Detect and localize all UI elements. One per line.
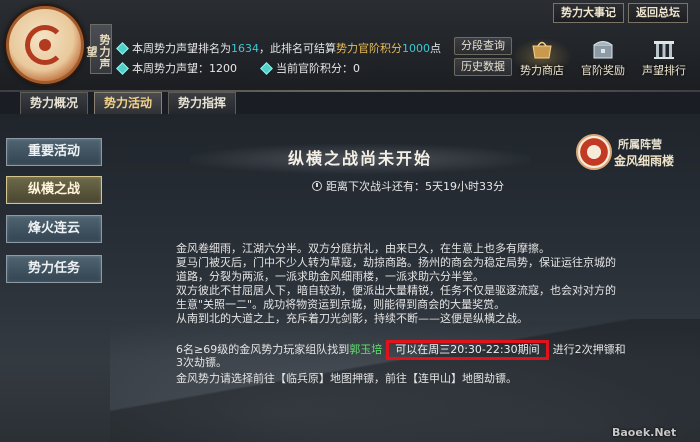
diamond-icon [260,62,273,75]
history-data-button[interactable]: 历史数据 [454,58,512,76]
main-tabs: 势力概况 势力活动 势力指挥 [20,92,237,114]
rule-line: 6名≥69级的金风势力玩家组队找到郭玉培 可以在周三20:30-22:30期间 进行… [176,340,626,360]
weekly-rank-line: 本周势力声望排名为1634，此排名可结算势力官阶积分1000点 [116,40,441,56]
description-line: 金风卷细雨，江湖六分半。双方分庭抗礼，由来已久，在生意上也多有摩擦。 [176,242,550,255]
rank-reward-button[interactable]: 官阶奖励 [573,38,633,77]
time-window-highlight: 可以在周三20:30-22:30期间 [386,340,549,360]
sidebar-item-important-activities[interactable]: 重要活动 [6,138,102,166]
faction-shop-button[interactable]: 势力商店 [512,38,572,77]
rank-value: 1634 [231,42,259,55]
treasure-chest-icon [590,38,616,60]
description-line: 夏马门被灭后，门中不少人转为草寇，劫掠商路。扬州的商会为稳定局势，保证运往京城的 [176,256,616,269]
tab-faction-command[interactable]: 势力指挥 [168,92,237,114]
description-line: 从南到北的大道之上，充斥着刀光剑影，持续不断——这便是纵横之战。 [176,312,528,325]
header: 势力声望 本周势力声望排名为1634，此排名可结算势力官阶积分1000点 本周势… [0,0,700,92]
rule-line: 3次劫镖。 [176,356,227,369]
clock-icon [312,181,322,191]
rule-line: 金风势力请选择前往【临兵原】地图押镖，前往【连甲山】地图劫镖。 [176,372,517,385]
reward-points: 1000 [402,42,430,55]
tab-faction-overview[interactable]: 势力概况 [20,92,89,114]
return-hq-button[interactable]: 返回总坛 [628,3,688,23]
ranking-pillars-icon [651,38,677,60]
camp-label: 所属阵营 [618,138,662,151]
segment-query-button[interactable]: 分段查询 [454,37,512,55]
battle-status-title: 纵横之战尚未开始 [190,144,530,174]
prestige-tag: 势力声望 [85,24,112,74]
description-line: 道路，分裂为两派，一派求助金风细雨楼，一派求助六分半堂。 [176,270,484,283]
faction-emblem-icon [6,6,84,84]
watermark: Baoek.Net [612,426,677,439]
camp-name: 金风细雨楼 [614,154,675,168]
diamond-icon [116,62,129,75]
prestige-value: 1200 [209,62,237,75]
diamond-icon [116,42,129,55]
sidebar-item-beacon-fire[interactable]: 烽火连云 [6,215,102,243]
description-line: 双方彼此不甘屈居人下，暗自较劲，便派出大量精锐，任务不仅是驱逐流寇，也会对对方的 [176,284,616,297]
rank-points-value: 0 [353,62,360,75]
faction-events-button[interactable]: 势力大事记 [553,3,624,23]
camp-emblem-icon [576,134,612,170]
reward-name: 势力官阶积分 [336,42,402,55]
prestige-ranking-button[interactable]: 声望排行 [634,38,694,77]
sidebar-item-zongheng-battle[interactable]: 纵横之战 [6,176,102,204]
description-line: 生意"关照一二"。成功将物资运到京城，则能得到商会的大量奖赏。 [176,298,506,311]
main-panel: 重要活动 纵横之战 烽火连云 势力任务 纵横之战尚未开始 距离下次战斗还有：5天… [0,114,700,442]
shop-bag-icon [529,38,555,60]
countdown-value: 5天19小时33分 [425,180,504,193]
countdown-line: 距离下次战斗还有：5天19小时33分 [312,178,504,194]
sidebar-item-faction-missions[interactable]: 势力任务 [6,255,102,283]
tab-faction-activities[interactable]: 势力活动 [94,92,163,114]
prestige-line: 本周势力声望：1200 当前官阶积分：0 [116,60,360,76]
npc-name-link[interactable]: 郭玉培 [349,343,382,356]
